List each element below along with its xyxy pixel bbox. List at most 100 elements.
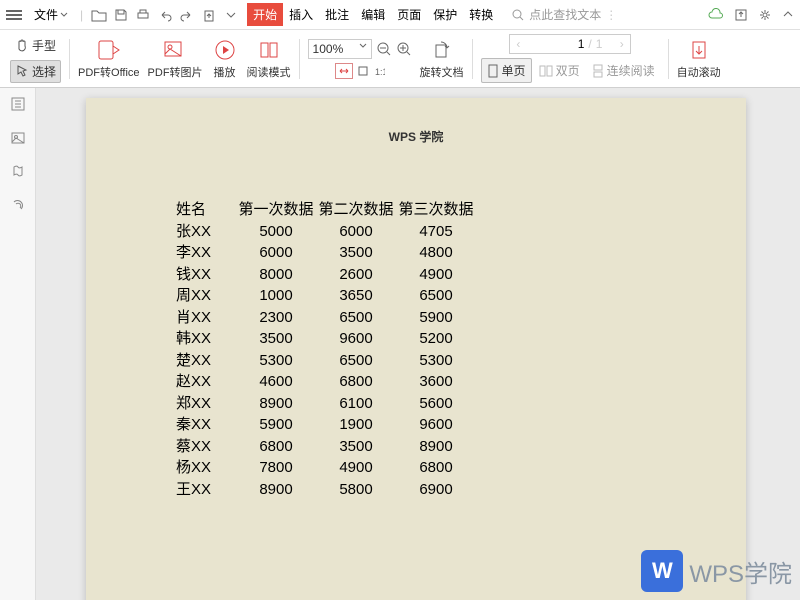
- open-icon[interactable]: [91, 7, 107, 23]
- cell-c1: 3500: [236, 328, 316, 350]
- cell-c3: 4705: [396, 221, 476, 243]
- select-mode[interactable]: 选择: [10, 60, 61, 83]
- page-sep: /: [588, 37, 591, 51]
- prev-page-icon[interactable]: ‹: [516, 37, 520, 51]
- ellipsis: ⋮: [605, 8, 617, 22]
- table-row: 蔡XX680035008900: [176, 436, 746, 458]
- image-panel-icon[interactable]: [8, 128, 28, 148]
- play-icon: [211, 38, 239, 62]
- double-page-icon: [539, 64, 553, 78]
- workspace: WPS 学院 姓名 第一次数据 第二次数据 第三次数据 张XX500060004…: [0, 88, 800, 600]
- bookmark-icon[interactable]: [8, 162, 28, 182]
- auto-scroll-button[interactable]: 自动滚动: [673, 38, 725, 80]
- table-row: 钱XX800026004900: [176, 264, 746, 286]
- more-icon[interactable]: [223, 7, 239, 23]
- cell-c3: 5600: [396, 393, 476, 415]
- canvas[interactable]: WPS 学院 姓名 第一次数据 第二次数据 第三次数据 张XX500060004…: [36, 88, 800, 600]
- cell-c1: 4600: [236, 371, 316, 393]
- read-mode-button[interactable]: 阅读模式: [243, 38, 295, 80]
- table-row: 张XX500060004705: [176, 221, 746, 243]
- redo-icon[interactable]: [179, 7, 195, 23]
- cell-name: 肖XX: [176, 307, 236, 329]
- pdf2office-icon: [95, 38, 123, 62]
- tab-comment[interactable]: 批注: [319, 3, 355, 26]
- cell-c2: 3650: [316, 285, 396, 307]
- print-icon[interactable]: [135, 7, 151, 23]
- ribbon-tabs: 开始 插入 批注 编辑 页面 保护 转换: [247, 3, 499, 26]
- cell-name: 蔡XX: [176, 436, 236, 458]
- book-icon: [255, 38, 283, 62]
- cloud-icon[interactable]: [708, 8, 724, 22]
- table-row: 韩XX350096005200: [176, 328, 746, 350]
- single-page-button[interactable]: 单页: [481, 58, 532, 83]
- fit-page-icon[interactable]: [357, 65, 369, 77]
- table-row: 郑XX890061005600: [176, 393, 746, 415]
- page-input[interactable]: [524, 37, 584, 51]
- zoom-in-icon[interactable]: [396, 41, 412, 57]
- header-col3: 第三次数据: [396, 199, 476, 221]
- cell-c3: 5200: [396, 328, 476, 350]
- actual-size-icon[interactable]: 1:1: [373, 65, 385, 77]
- separator: |: [80, 8, 83, 22]
- cell-name: 王XX: [176, 479, 236, 501]
- tab-start[interactable]: 开始: [247, 3, 283, 26]
- cell-name: 楚XX: [176, 350, 236, 372]
- header-col1: 第一次数据: [236, 199, 316, 221]
- tab-protect[interactable]: 保护: [427, 3, 463, 26]
- quick-access: [91, 7, 239, 23]
- cell-name: 韩XX: [176, 328, 236, 350]
- share-icon[interactable]: [734, 8, 748, 22]
- play-button[interactable]: 播放: [207, 38, 243, 80]
- ribbon: 手型 选择 PDF转Office PDF转图片 播放 阅读模式 100%: [0, 30, 800, 88]
- thumbnails-icon[interactable]: [8, 94, 28, 114]
- pdf2img-button[interactable]: PDF转图片: [144, 38, 207, 80]
- table-row: 肖XX230065005900: [176, 307, 746, 329]
- cell-c3: 6900: [396, 479, 476, 501]
- wps-logo-icon: W: [641, 550, 683, 592]
- cell-c1: 8900: [236, 393, 316, 415]
- cell-name: 钱XX: [176, 264, 236, 286]
- save-icon[interactable]: [113, 7, 129, 23]
- double-page-button[interactable]: 双页: [534, 58, 585, 83]
- zoom-select[interactable]: 100%: [308, 39, 372, 59]
- tab-insert[interactable]: 插入: [283, 3, 319, 26]
- cell-c3: 3600: [396, 371, 476, 393]
- tab-page[interactable]: 页面: [391, 3, 427, 26]
- continuous-button[interactable]: 连续阅读: [587, 58, 660, 83]
- zoom-out-icon[interactable]: [376, 41, 392, 57]
- mode-group: 手型 选择: [6, 35, 65, 83]
- export-icon[interactable]: [201, 7, 217, 23]
- continuous-label: 连续阅读: [607, 62, 655, 79]
- cell-c2: 2600: [316, 264, 396, 286]
- pdf2office-button[interactable]: PDF转Office: [74, 38, 144, 80]
- cell-name: 秦XX: [176, 414, 236, 436]
- cell-c2: 5800: [316, 479, 396, 501]
- tab-edit[interactable]: 编辑: [355, 3, 391, 26]
- watermark-text: WPS学院: [689, 554, 792, 589]
- continuous-icon: [592, 64, 604, 78]
- attachment-icon[interactable]: [8, 196, 28, 216]
- play-label: 播放: [214, 64, 236, 80]
- undo-icon[interactable]: [157, 7, 173, 23]
- read-mode-label: 阅读模式: [247, 64, 291, 80]
- cell-c1: 8900: [236, 479, 316, 501]
- table-row: 周XX100036506500: [176, 285, 746, 307]
- cell-c2: 6500: [316, 307, 396, 329]
- fit-width-icon[interactable]: [335, 63, 353, 79]
- settings-icon[interactable]: [758, 8, 772, 22]
- tab-convert[interactable]: 转换: [463, 3, 499, 26]
- file-menu[interactable]: 文件: [26, 4, 76, 25]
- cell-c3: 4800: [396, 242, 476, 264]
- title-right: [708, 8, 794, 22]
- cell-c1: 1000: [236, 285, 316, 307]
- rotate-button[interactable]: 旋转文档: [416, 38, 468, 80]
- table-row: 楚XX530065005300: [176, 350, 746, 372]
- hand-mode[interactable]: 手型: [11, 35, 60, 56]
- collapse-icon[interactable]: [782, 8, 794, 22]
- single-page-label: 单页: [502, 62, 526, 79]
- cell-c1: 5900: [236, 414, 316, 436]
- next-page-icon[interactable]: ›: [620, 37, 624, 51]
- search-box[interactable]: 点此查找文本 ⋮: [511, 6, 617, 23]
- menu-icon[interactable]: [6, 10, 22, 20]
- rotate-label: 旋转文档: [420, 64, 464, 80]
